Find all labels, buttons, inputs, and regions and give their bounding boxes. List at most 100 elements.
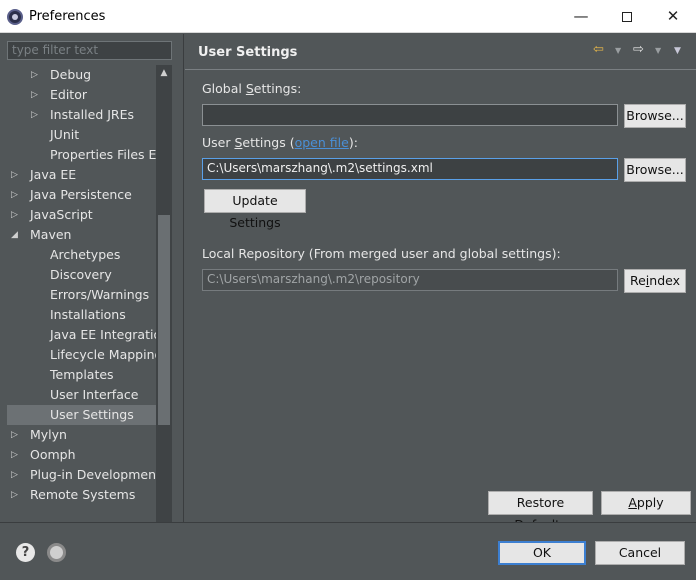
tree-item-oomph[interactable]: ▷ Oomph xyxy=(7,445,156,465)
tree-item-maven[interactable]: ◢ Maven xyxy=(7,225,156,245)
collapsed-arrow-icon[interactable]: ▷ xyxy=(11,445,18,465)
reindex-prefix: Re xyxy=(629,273,646,288)
local-repository-field: C:\Users\marszhang\.m2\repository xyxy=(202,269,618,291)
tree-item-plug-in-development[interactable]: ▷ Plug-in Development xyxy=(7,465,156,485)
tree-item-label: Java EE Integration xyxy=(50,327,156,342)
minimize-button[interactable]: — xyxy=(558,0,604,33)
restore-defaults-button[interactable]: Restore Defaults xyxy=(488,491,593,532)
tree-item-label: Properties Files Ed xyxy=(50,147,156,162)
eclipse-icon xyxy=(7,9,23,25)
apply-mnemonic: A xyxy=(628,495,637,510)
global-label-suffix: ettings: xyxy=(253,81,302,96)
user-settings-field[interactable]: C:\Users\marszhang\.m2\settings.xml xyxy=(202,158,618,180)
collapsed-arrow-icon[interactable]: ▷ xyxy=(11,165,18,185)
scroll-up-icon[interactable]: ▲ xyxy=(156,65,172,81)
browse-label: Browse xyxy=(626,108,672,123)
collapsed-arrow-icon[interactable]: ▷ xyxy=(31,85,38,105)
tree-item-user-settings[interactable]: User Settings xyxy=(7,405,156,425)
user-label-end: ): xyxy=(348,135,358,150)
tree-item-lifecycle-mapping[interactable]: Lifecycle Mapping xyxy=(7,345,156,365)
browse-ellipsis: ... xyxy=(671,108,684,123)
browse-ellipsis: ... xyxy=(671,162,684,177)
tree-item-label: Java EE xyxy=(30,167,77,182)
tree-item-label: Templates xyxy=(50,367,114,382)
tree-item-mylyn[interactable]: ▷ Mylyn xyxy=(7,425,156,445)
collapsed-arrow-icon[interactable]: ▷ xyxy=(11,485,18,505)
reindex-button[interactable]: Reindex xyxy=(624,269,686,293)
tree-item-archetypes[interactable]: Archetypes xyxy=(7,245,156,265)
tree-item-junit[interactable]: JUnit xyxy=(7,125,156,145)
back-arrow-icon[interactable]: ⇦ xyxy=(593,42,604,60)
expanded-arrow-icon[interactable]: ◢ xyxy=(11,225,18,245)
window-title: Preferences xyxy=(29,9,106,24)
tree-item-label: Plug-in Development xyxy=(30,467,156,482)
tree-item-java-ee[interactable]: ▷ Java EE xyxy=(7,165,156,185)
tree-item-remote-systems[interactable]: ▷ Remote Systems xyxy=(7,485,156,505)
tree-item-user-interface[interactable]: User Interface xyxy=(7,385,156,405)
close-button[interactable]: ✕ xyxy=(650,0,696,33)
ok-button[interactable]: OK xyxy=(498,541,586,565)
filter-input[interactable]: type filter text xyxy=(7,41,172,60)
forward-dropdown-icon[interactable]: ▼ xyxy=(655,46,661,64)
preferences-tree: ▷ Debug ▷ Editor ▷ Installed JREs JUnit Propert… xyxy=(7,65,156,505)
view-menu-icon[interactable]: ▼ xyxy=(674,46,681,64)
tree-item-label: Maven xyxy=(30,227,72,242)
tree-item-properties-files-ed[interactable]: Properties Files Ed xyxy=(7,145,156,165)
tree-item-label: Mylyn xyxy=(30,427,67,442)
tree-item-installations[interactable]: Installations xyxy=(7,305,156,325)
global-label-mnemonic: S xyxy=(245,81,254,96)
tree-item-installed-jres[interactable]: ▷ Installed JREs xyxy=(7,105,156,125)
open-file-link[interactable]: open file xyxy=(295,135,349,150)
browse-label: Browse xyxy=(626,162,672,177)
forward-arrow-icon[interactable]: ⇨ xyxy=(633,42,644,60)
settings-page: User Settings ⇦ ▼ ⇨ ▼ ▼ Global Settings:… xyxy=(185,34,696,532)
title-separator xyxy=(185,69,696,70)
tree-item-java-ee-integration[interactable]: Java EE Integration xyxy=(7,325,156,345)
reindex-suffix: ndex xyxy=(649,273,681,288)
scroll-thumb[interactable] xyxy=(158,215,170,425)
page-title: User Settings xyxy=(198,45,298,60)
tree-vertical-scrollbar[interactable]: ▲ ⌄ xyxy=(156,65,172,539)
restore-prefix: Restore xyxy=(516,495,565,510)
tree-item-debug[interactable]: ▷ Debug xyxy=(7,65,156,85)
tree-item-java-persistence[interactable]: ▷ Java Persistence xyxy=(7,185,156,205)
update-settings-button[interactable]: Update Settings xyxy=(204,189,306,230)
maximize-button[interactable] xyxy=(604,0,650,33)
tree-item-label: Discovery xyxy=(50,267,112,282)
collapsed-arrow-icon[interactable]: ▷ xyxy=(11,465,18,485)
help-icon[interactable]: ? xyxy=(16,543,35,562)
import-export-icon[interactable] xyxy=(47,543,66,562)
tree-item-label: User Interface xyxy=(50,387,139,402)
collapsed-arrow-icon[interactable]: ▷ xyxy=(11,425,18,445)
tree-item-label: Remote Systems xyxy=(30,487,136,502)
tree-item-label: Debug xyxy=(50,67,92,82)
user-browse-button[interactable]: Browse... xyxy=(624,158,686,182)
collapsed-arrow-icon[interactable]: ▷ xyxy=(11,185,18,205)
collapsed-arrow-icon[interactable]: ▷ xyxy=(31,65,38,85)
cancel-button[interactable]: Cancel xyxy=(595,541,685,565)
tree-item-javascript[interactable]: ▷ JavaScript xyxy=(7,205,156,225)
apply-suffix: pply xyxy=(636,495,664,510)
collapsed-arrow-icon[interactable]: ▷ xyxy=(31,105,38,125)
tree-item-templates[interactable]: Templates xyxy=(7,365,156,385)
maximize-icon xyxy=(622,11,632,22)
title-bar: Preferences — ✕ xyxy=(0,0,696,33)
back-dropdown-icon[interactable]: ▼ xyxy=(615,46,621,64)
tree-item-label: Editor xyxy=(50,87,87,102)
tree-item-label: Lifecycle Mapping xyxy=(50,347,156,362)
tree-item-discovery[interactable]: Discovery xyxy=(7,265,156,285)
tree-item-label: Installed JREs xyxy=(50,107,135,122)
global-label-prefix: Global xyxy=(202,81,246,96)
tree-item-label: Archetypes xyxy=(50,247,121,262)
apply-button[interactable]: Apply xyxy=(601,491,691,515)
collapsed-arrow-icon[interactable]: ▷ xyxy=(11,205,18,225)
tree-item-editor[interactable]: ▷ Editor xyxy=(7,85,156,105)
global-settings-field[interactable] xyxy=(202,104,618,126)
tree-item-label: Oomph xyxy=(30,447,76,462)
dialog-footer: ? OK Cancel xyxy=(0,522,696,580)
global-browse-button[interactable]: Browse... xyxy=(624,104,686,128)
tree-item-errors-warnings[interactable]: Errors/Warnings xyxy=(7,285,156,305)
tree-item-label: Errors/Warnings xyxy=(50,287,150,302)
user-label-prefix: User xyxy=(202,135,235,150)
user-settings-label: User Settings (open file): xyxy=(202,135,358,150)
